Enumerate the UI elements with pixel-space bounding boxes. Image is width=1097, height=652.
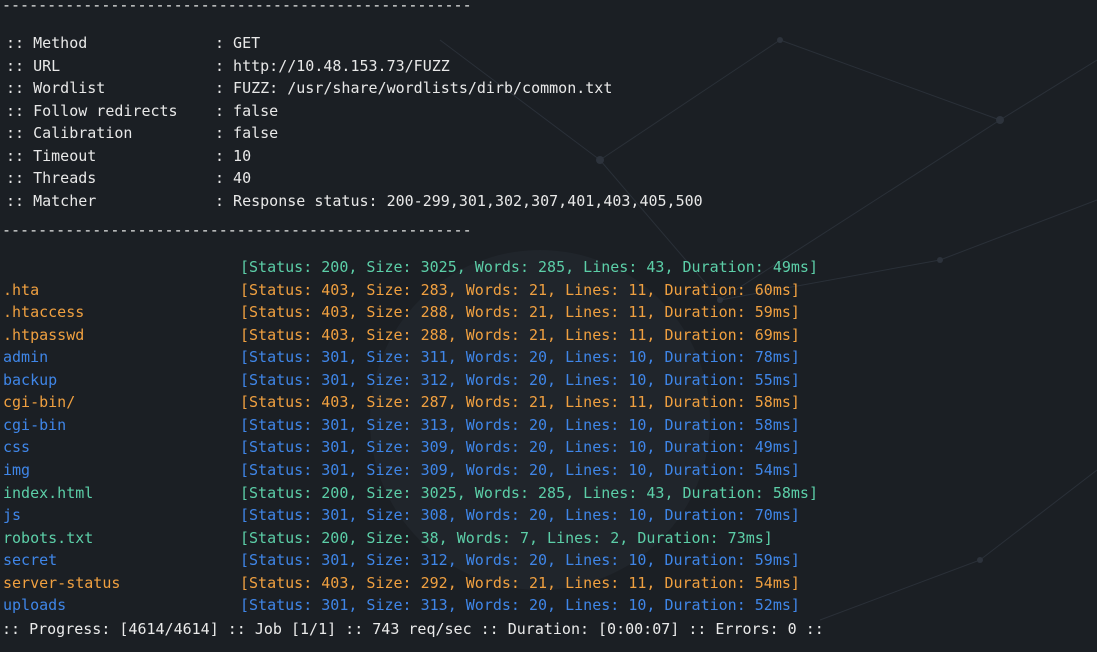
progress-line: :: Progress: [4614/4614] :: Job [1/1] ::… [2, 620, 824, 638]
config-value: : false [215, 101, 279, 120]
result-status: [Status: 403, Size: 288, Words: 21, Line… [240, 303, 800, 322]
result-path: .htpasswd [3, 325, 85, 344]
result-path: backup [3, 370, 58, 389]
result-path: admin [3, 348, 49, 367]
result-status: [Status: 403, Size: 288, Words: 21, Line… [240, 325, 800, 344]
result-status: [Status: 403, Size: 287, Words: 21, Line… [240, 393, 800, 412]
result-path: cgi-bin [3, 415, 67, 434]
config-value: : 40 [215, 169, 252, 187]
result-path: css [3, 438, 31, 457]
result-status: [Status: 403, Size: 283, Words: 21, Line… [240, 280, 800, 299]
result-status: [Status: 200, Size: 3025, Words: 285, Li… [240, 483, 818, 502]
result-status: [Status: 301, Size: 312, Words: 20, Line… [240, 370, 800, 389]
config-key: :: Method [6, 34, 88, 52]
result-status: [Status: 301, Size: 312, Words: 20, Line… [240, 551, 800, 570]
config-value: : false [215, 124, 279, 142]
config-value: : http://10.48.153.73/FUZZ [215, 56, 450, 75]
config-value: : 10 [215, 146, 252, 165]
result-path: secret [3, 551, 58, 570]
config-key: :: URL [6, 56, 61, 75]
result-path: server-status [3, 573, 121, 592]
result-path: .htaccess [3, 303, 85, 322]
result-path: cgi-bin/ [3, 393, 76, 412]
config-key: :: Threads [6, 169, 97, 187]
config-value: : FUZZ: /usr/share/wordlists/dirb/common… [215, 79, 613, 97]
result-path: robots.txt [3, 528, 94, 547]
result-status: [Status: 301, Size: 309, Words: 20, Line… [240, 460, 800, 479]
config-key: :: Calibration [6, 124, 133, 142]
result-path: index.html [3, 483, 94, 502]
config-key: :: Wordlist [6, 79, 106, 97]
result-status: [Status: 301, Size: 308, Words: 20, Line… [240, 506, 800, 525]
result-status: [Status: 301, Size: 313, Words: 20, Line… [240, 596, 800, 615]
config-value: : Response status: 200-299,301,302,307,4… [215, 191, 703, 210]
result-status: [Status: 301, Size: 313, Words: 20, Line… [240, 415, 800, 434]
config-key: :: Matcher [6, 191, 97, 210]
separator-top: ----------------------------------------… [2, 0, 472, 14]
result-path: uploads [3, 596, 67, 615]
result-path: .hta [3, 280, 40, 299]
result-status: [Status: 200, Size: 38, Words: 7, Lines:… [240, 528, 773, 547]
result-path: js [3, 506, 22, 525]
result-status: [Status: 301, Size: 309, Words: 20, Line… [240, 438, 800, 457]
result-status: [Status: 403, Size: 292, Words: 21, Line… [240, 573, 800, 592]
config-key: :: Follow redirects [6, 101, 178, 120]
result-path: img [3, 460, 31, 479]
result-status: [Status: 200, Size: 3025, Words: 285, Li… [240, 258, 818, 276]
config-value: : GET [215, 34, 261, 52]
separator-bottom: ----------------------------------------… [2, 221, 472, 239]
terminal-output: ----------------------------------------… [0, 0, 1097, 652]
result-status: [Status: 301, Size: 311, Words: 20, Line… [240, 348, 800, 367]
config-key: :: Timeout [6, 146, 97, 165]
